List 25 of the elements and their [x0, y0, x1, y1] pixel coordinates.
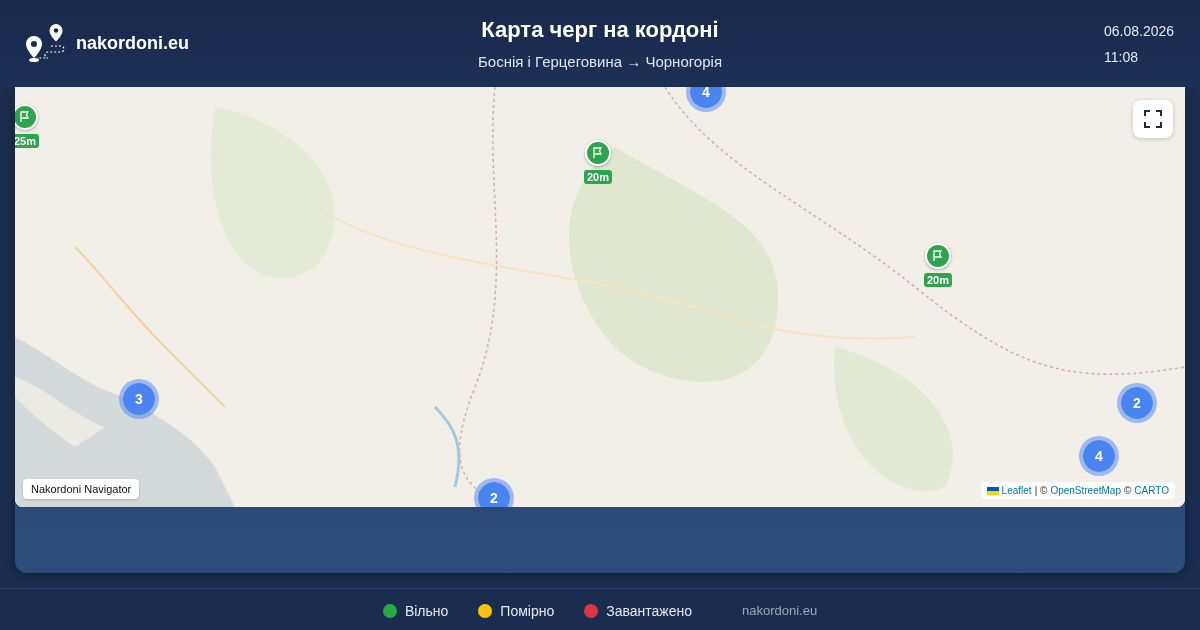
flag-icon	[932, 250, 944, 262]
date-text: 06.08.2026	[1104, 22, 1176, 39]
fullscreen-button[interactable]	[1133, 100, 1173, 138]
wait-time-label: 20m	[924, 273, 952, 287]
attribution-text: | ©	[1034, 485, 1048, 496]
page-title: Карта черг на кордоні	[481, 17, 719, 43]
wait-time-label: 20m	[584, 170, 612, 184]
legend-label: Вільно	[404, 602, 449, 619]
attribution-link[interactable]: CARTO	[1134, 485, 1169, 496]
footer-site-name: nakordoni.eu	[741, 603, 818, 618]
attribution-link[interactable]: OpenStreetMap	[1050, 485, 1121, 496]
attribution-link[interactable]: Leaflet	[1001, 485, 1032, 496]
site-name: nakordoni.eu	[76, 33, 189, 54]
flag-icon	[592, 147, 604, 159]
logo-icon	[24, 23, 66, 64]
attribution-text: ©	[1124, 485, 1132, 496]
legend-label: Помірно	[500, 602, 555, 619]
route-subtitle: Боснія і Герцеговина → Чорногорія	[477, 53, 722, 70]
map-label: Nakordoni Navigator	[23, 479, 140, 499]
time-text: 11:08	[1104, 48, 1139, 65]
wait-time-label: 25m	[15, 134, 39, 148]
flag-icon	[986, 486, 999, 495]
legend-label: Завантажено	[606, 602, 692, 619]
fullscreen-icon	[1144, 110, 1162, 128]
flag-icon	[19, 111, 31, 123]
